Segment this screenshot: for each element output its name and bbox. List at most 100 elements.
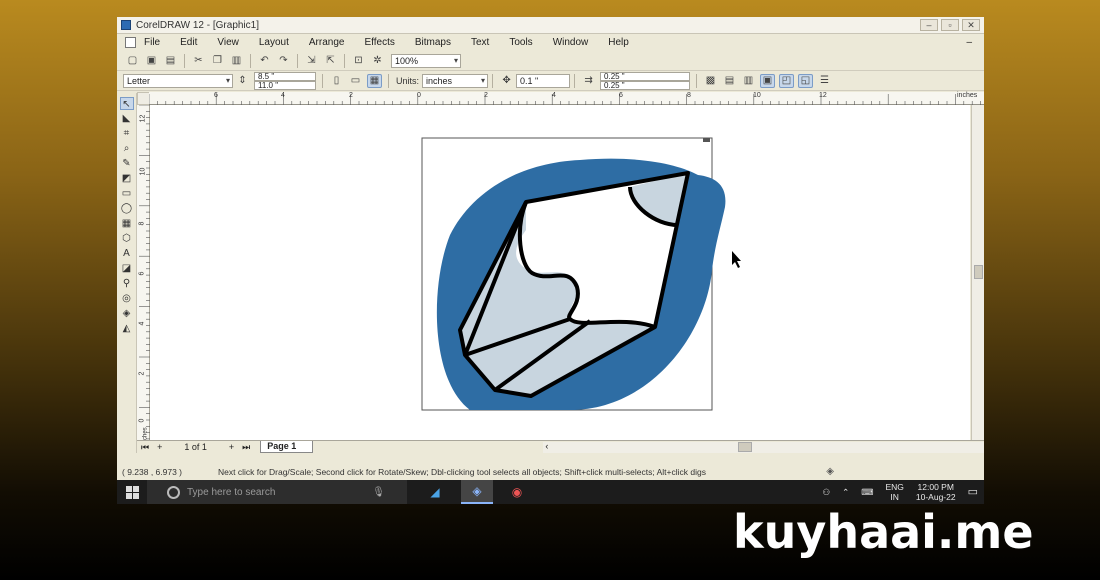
nudge-distance-field[interactable]: 0.1 " <box>516 73 571 88</box>
open-icon[interactable]: ▣ <box>144 54 159 68</box>
drawing-surface[interactable] <box>150 105 970 440</box>
last-page-button[interactable]: ⏭ <box>242 442 250 453</box>
ruler-h-label: 2 <box>484 92 488 99</box>
ellipse-tool-icon[interactable]: ◯ <box>120 202 134 215</box>
doc-minimize-button[interactable]: – <box>966 37 972 48</box>
application-launcher-icon[interactable]: ⊡ <box>351 54 366 68</box>
show-grid-icon[interactable]: ◱ <box>798 73 814 88</box>
treat-as-filled-icon[interactable]: ▩ <box>703 74 718 88</box>
cut-icon[interactable]: ✂ <box>191 54 206 68</box>
vertical-ruler[interactable]: 12 10 8 6 4 2 0 inches <box>137 105 150 450</box>
prev-page-add-button[interactable]: + <box>157 442 162 452</box>
document-icon[interactable] <box>125 37 136 48</box>
ruler-h-label: 4 <box>552 92 556 99</box>
maximize-button[interactable]: ▫ <box>941 19 959 31</box>
menu-arrange[interactable]: Arrange <box>309 37 345 48</box>
coreldraw-taskbar-icon[interactable]: ◈ <box>461 480 493 504</box>
app-taskbar-icon[interactable]: ◢ <box>419 480 451 504</box>
interactive-fill-tool-icon[interactable]: ◭ <box>120 322 134 335</box>
menu-file[interactable]: File <box>144 37 160 48</box>
close-button[interactable]: ✕ <box>962 19 980 31</box>
interactive-blend-tool-icon[interactable]: ◪ <box>120 262 134 275</box>
menu-layout[interactable]: Layout <box>259 37 289 48</box>
menu-view[interactable]: View <box>217 37 239 48</box>
drawing-canvas[interactable] <box>150 105 970 440</box>
menu-tools[interactable]: Tools <box>509 37 532 48</box>
mouse-cursor-icon <box>732 251 741 268</box>
pick-tool-icon[interactable]: ↖ <box>119 97 134 110</box>
polygon-tool-icon[interactable]: ▦ <box>120 217 134 230</box>
fill-indicator-icon[interactable]: ◈ <box>826 466 834 477</box>
next-page-add-button[interactable]: + <box>229 442 234 452</box>
outline-tool-icon[interactable]: ◎ <box>120 292 134 305</box>
menu-window[interactable]: Window <box>553 37 589 48</box>
import-icon[interactable]: ⇲ <box>304 54 319 68</box>
keyboard-icon[interactable]: ⌨ <box>861 487 873 497</box>
new-icon[interactable]: ▢ <box>125 54 140 68</box>
snap-objects-icon[interactable]: ▣ <box>760 73 776 88</box>
zoom-tool-icon[interactable]: ⌕ <box>120 142 134 155</box>
ruler-v-label: 8 <box>138 221 146 226</box>
units-combo[interactable]: inches ▾ <box>422 73 489 88</box>
tab-page-1[interactable]: Page 1 <box>260 441 314 453</box>
smart-fill-tool-icon[interactable]: ◩ <box>120 172 134 185</box>
paper-width-field[interactable]: 8.5 " <box>254 71 316 81</box>
fill-tool-icon[interactable]: ◈ <box>120 307 134 320</box>
scroll-left-icon[interactable]: ‹ <box>545 441 548 451</box>
horizontal-scroll-thumb[interactable] <box>738 441 753 452</box>
paper-type-combo[interactable]: Letter ▾ <box>123 73 233 88</box>
search-placeholder: Type here to search <box>187 486 276 498</box>
crop-tool-icon[interactable]: ⌗ <box>120 127 134 140</box>
options-icon[interactable]: ☰ <box>817 74 832 88</box>
shape-tool-icon[interactable]: ◣ <box>120 112 134 125</box>
duplicate-x-field[interactable]: 0.25 " <box>600 71 691 81</box>
paste-icon[interactable]: ▥ <box>229 54 244 68</box>
menu-text[interactable]: Text <box>471 37 489 48</box>
notifications-icon[interactable]: ▭ <box>968 487 978 498</box>
snap-grid-icon[interactable]: ▤ <box>722 74 737 88</box>
windows-taskbar: Type here to search 🎙 ◢ ◈ ◉ ⚇ ⌃ ⌨ ENG IN… <box>117 480 984 504</box>
horizontal-ruler[interactable]: 6 4 2 0 2 4 6 8 10 12 inches <box>149 92 984 105</box>
all-pages-icon[interactable]: ▦ <box>367 73 382 88</box>
menu-effects[interactable]: Effects <box>364 37 394 48</box>
ruler-h-label: 6 <box>619 92 623 99</box>
horizontal-scrollbar[interactable]: ‹ <box>543 441 984 453</box>
landscape-icon[interactable]: ▭ <box>348 74 363 88</box>
start-button[interactable] <box>117 480 147 504</box>
freehand-tool-icon[interactable]: ✎ <box>120 157 134 170</box>
text-tool-icon[interactable]: A <box>120 247 134 260</box>
vertical-scrollbar[interactable] <box>971 105 984 450</box>
taskbar-search[interactable]: Type here to search 🎙 <box>147 480 407 504</box>
redo-icon[interactable]: ↷ <box>276 54 291 68</box>
page-count: 1 of 1 <box>184 442 207 452</box>
menu-bitmaps[interactable]: Bitmaps <box>415 37 451 48</box>
menu-bar: File Edit View Layout Arrange Effects Bi… <box>117 34 984 51</box>
ruler-h-label: 10 <box>753 92 761 99</box>
snap-guidelines-icon[interactable]: ▥ <box>741 74 756 88</box>
microphone-icon[interactable]: 🎙 <box>372 487 385 498</box>
duplicate-y-field[interactable]: 0.25 " <box>600 80 691 90</box>
undo-icon[interactable]: ↶ <box>257 54 272 68</box>
save-icon[interactable]: ▤ <box>163 54 178 68</box>
eyedropper-tool-icon[interactable]: ⚲ <box>120 277 134 290</box>
clock[interactable]: 12:00 PM 10-Aug-22 <box>916 482 956 502</box>
corel-online-icon[interactable]: ✲ <box>370 54 385 68</box>
dynamic-guides-icon[interactable]: ◰ <box>779 73 795 88</box>
minimize-button[interactable]: – <box>920 19 938 31</box>
language-indicator[interactable]: ENG IN <box>885 482 903 502</box>
rectangle-tool-icon[interactable]: ▭ <box>120 187 134 200</box>
portrait-icon[interactable]: ▯ <box>329 74 344 88</box>
menu-help[interactable]: Help <box>608 37 629 48</box>
people-icon[interactable]: ⚇ <box>822 487 830 497</box>
show-hidden-icons-icon[interactable]: ⌃ <box>842 487 849 497</box>
copy-icon[interactable]: ❐ <box>210 54 225 68</box>
paper-height-field[interactable]: 11.0 " <box>254 80 316 90</box>
vertical-scroll-thumb[interactable] <box>974 265 983 279</box>
menu-edit[interactable]: Edit <box>180 37 197 48</box>
ruler-v-label: 12 <box>139 114 147 123</box>
basic-shapes-tool-icon[interactable]: ⬡ <box>120 232 134 245</box>
zoom-level-combo[interactable]: 100% ▾ <box>391 53 461 68</box>
export-icon[interactable]: ⇱ <box>323 54 338 68</box>
recorder-taskbar-icon[interactable]: ◉ <box>501 480 533 504</box>
first-page-button[interactable]: ⏮ <box>141 442 149 453</box>
